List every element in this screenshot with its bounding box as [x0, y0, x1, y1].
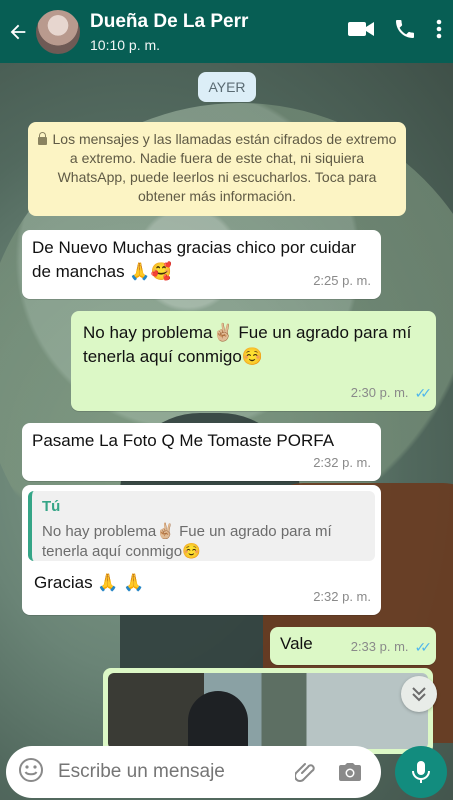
- more-vert-icon: [436, 19, 442, 39]
- message-time: 2:33 p. m.: [350, 639, 409, 654]
- scroll-to-bottom-button[interactable]: [401, 676, 437, 712]
- message-outgoing[interactable]: No hay problema✌🏼 Fue un agrado para mí …: [71, 311, 436, 411]
- video-call-icon: [348, 22, 374, 36]
- message-text: Pasame La Foto Q Me Tomaste PORFA: [32, 431, 335, 450]
- message-incoming[interactable]: De Nuevo Muchas gracias chico por cuidar…: [22, 230, 381, 299]
- photo-thumbnail[interactable]: [108, 673, 428, 749]
- message-input-bar: [6, 746, 381, 798]
- message-time: 2:32 p. m.: [313, 589, 371, 604]
- quoted-message[interactable]: Tú No hay problema✌🏼 Fue un agrado para …: [28, 491, 375, 561]
- contact-avatar[interactable]: [36, 9, 80, 54]
- last-seen: 10:10 p. m.: [90, 36, 161, 53]
- lock-icon: [37, 132, 47, 145]
- message-incoming[interactable]: Pasame La Foto Q Me Tomaste PORFA 2:32 p…: [22, 423, 381, 481]
- camera-icon: [339, 763, 361, 781]
- encryption-notice[interactable]: Los mensajes y las llamadas están cifrad…: [28, 122, 406, 216]
- mic-icon: [412, 761, 430, 783]
- phone-icon: [396, 20, 414, 38]
- message-input[interactable]: [56, 760, 280, 784]
- emoji-icon: [19, 757, 43, 782]
- voice-record-button[interactable]: [395, 746, 447, 798]
- message-time: 2:30 p. m.: [350, 385, 409, 400]
- message-time: 2:25 p. m.: [313, 273, 371, 288]
- chevron-double-down-icon: [412, 687, 426, 702]
- quoted-author: Tú: [42, 498, 61, 515]
- encryption-notice-text: Los mensajes y las llamadas están cifrad…: [52, 131, 397, 204]
- read-ticks-icon: ✓✓: [414, 385, 433, 401]
- video-call-button[interactable]: [347, 18, 375, 45]
- quoted-text: No hay problema✌🏼 Fue un agrado para mí …: [42, 523, 332, 560]
- chat-header: Dueña De La Perr 10:10 p. m.: [0, 0, 453, 63]
- contact-name: Dueña De La Perr: [90, 10, 249, 32]
- message-text: No hay problema✌🏼 Fue un agrado para mí …: [83, 323, 412, 366]
- message-photo[interactable]: [103, 668, 433, 754]
- camera-button[interactable]: [337, 760, 363, 789]
- read-ticks-icon: ✓✓: [414, 639, 433, 655]
- attach-button[interactable]: [294, 760, 319, 789]
- message-outgoing[interactable]: Vale 2:33 p. m. ✓✓: [270, 627, 436, 665]
- emoji-button[interactable]: [18, 757, 44, 788]
- contact-info[interactable]: Dueña De La Perr 10:10 p. m.: [90, 11, 290, 53]
- message-time: 2:32 p. m.: [313, 455, 371, 470]
- message-incoming-reply[interactable]: Tú No hay problema✌🏼 Fue un agrado para …: [22, 485, 381, 615]
- paperclip-icon: [294, 763, 315, 782]
- menu-button[interactable]: [435, 17, 443, 46]
- arrow-left-icon: [10, 24, 26, 39]
- date-separator: AYER: [198, 72, 256, 102]
- voice-call-button[interactable]: [393, 17, 417, 46]
- back-button[interactable]: [2, 0, 34, 63]
